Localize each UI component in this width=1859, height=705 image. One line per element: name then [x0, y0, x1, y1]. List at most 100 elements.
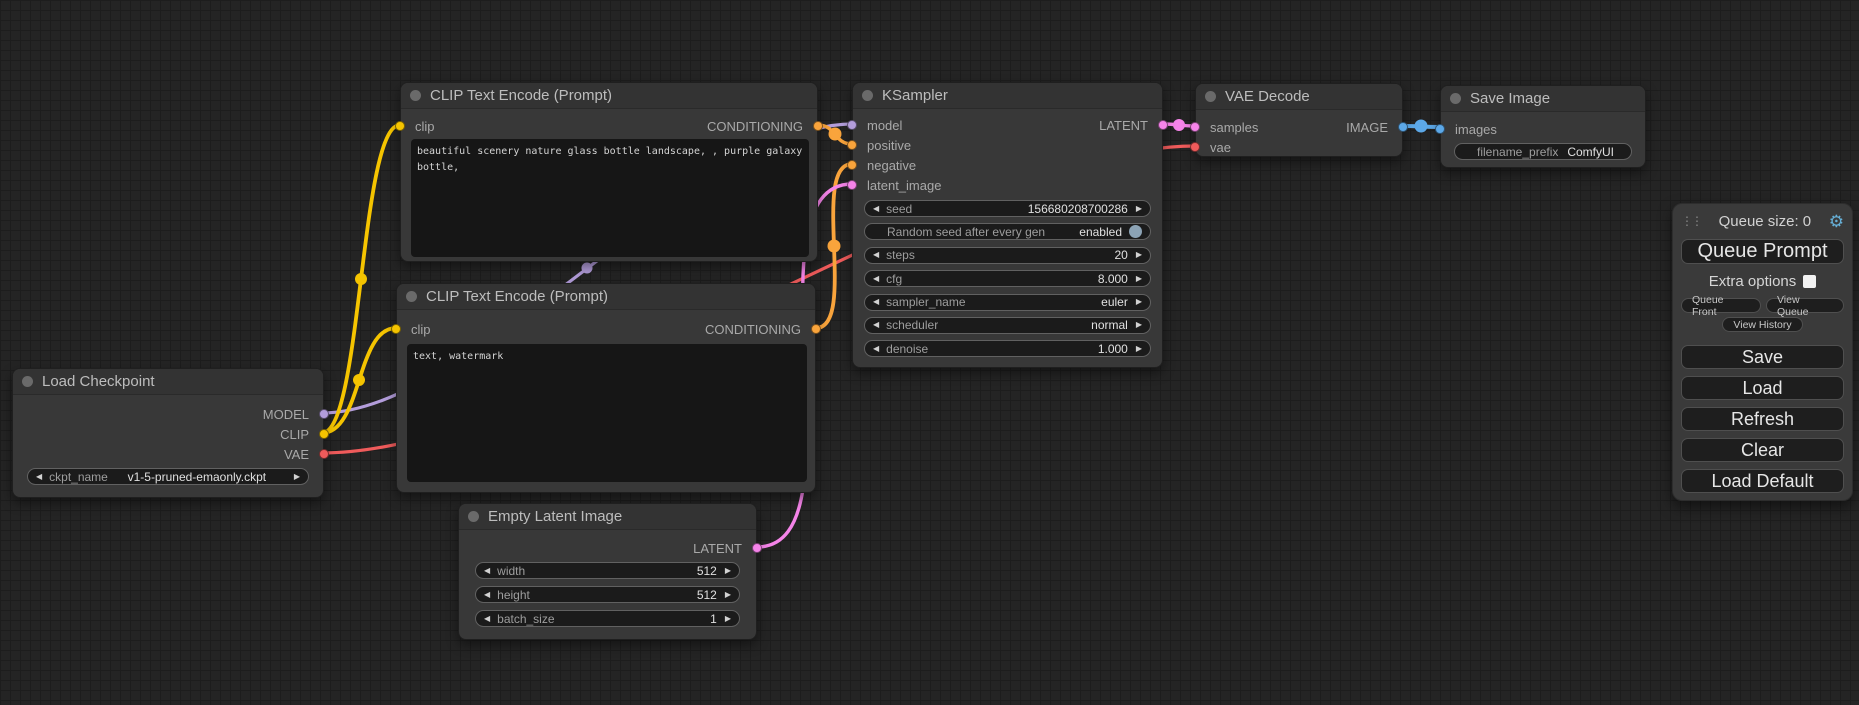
output-slot-clip[interactable]: [319, 429, 329, 439]
input-slot-latent-image[interactable]: [847, 180, 857, 190]
sampler-name-widget[interactable]: ◀ sampler_name euler ▶: [864, 294, 1151, 311]
input-slot-clip[interactable]: [391, 324, 401, 334]
node-title-bar[interactable]: CLIP Text Encode (Prompt): [397, 284, 815, 310]
output-row-vae: VAE: [13, 444, 323, 464]
filename-prefix-widget[interactable]: filename_prefix ComfyUI: [1454, 143, 1632, 160]
output-slot-latent[interactable]: [752, 543, 762, 553]
steps-widget[interactable]: ◀ steps 20 ▶: [864, 247, 1151, 264]
input-slot-samples[interactable]: [1190, 122, 1200, 132]
collapse-dot-icon[interactable]: [862, 90, 873, 101]
decrement-arrow-icon[interactable]: ◀: [484, 591, 490, 599]
widget-label: seed: [886, 202, 912, 216]
increment-arrow-icon[interactable]: ▶: [1136, 321, 1142, 329]
decrement-arrow-icon[interactable]: ◀: [36, 473, 42, 481]
queue-front-button[interactable]: Queue Front: [1681, 298, 1761, 313]
output-slot-conditioning[interactable]: [811, 324, 821, 334]
increment-arrow-icon[interactable]: ▶: [1136, 345, 1142, 353]
output-label: LATENT: [693, 541, 742, 556]
prompt-text-area[interactable]: beautiful scenery nature glass bottle la…: [411, 139, 809, 257]
increment-arrow-icon[interactable]: ▶: [725, 567, 731, 575]
input-slot-model[interactable]: [847, 120, 857, 130]
node-title-bar[interactable]: Save Image: [1441, 86, 1645, 112]
output-slot-latent[interactable]: [1158, 120, 1168, 130]
input-slot-positive[interactable]: [847, 140, 857, 150]
settings-gear-icon[interactable]: ⚙: [1829, 213, 1844, 230]
increment-arrow-icon[interactable]: ▶: [725, 591, 731, 599]
collapse-dot-icon[interactable]: [22, 376, 33, 387]
extra-options-checkbox[interactable]: [1803, 275, 1816, 288]
widget-label: sampler_name: [886, 295, 965, 309]
node-title-bar[interactable]: VAE Decode: [1196, 84, 1402, 110]
output-slot-image[interactable]: [1398, 122, 1408, 132]
scheduler-widget[interactable]: ◀ scheduler normal ▶: [864, 317, 1151, 334]
width-widget[interactable]: ◀ width 512 ▶: [475, 562, 740, 579]
node-vae-decode[interactable]: VAE Decode samples IMAGE vae: [1195, 83, 1403, 157]
toggle-knob-icon[interactable]: [1129, 225, 1142, 238]
seed-widget[interactable]: ◀ seed 156680208700286 ▶: [864, 200, 1151, 217]
decrement-arrow-icon[interactable]: ◀: [873, 275, 879, 283]
increment-arrow-icon[interactable]: ▶: [294, 473, 300, 481]
node-save-image[interactable]: Save Image images filename_prefix ComfyU…: [1440, 85, 1646, 168]
increment-arrow-icon[interactable]: ▶: [1136, 251, 1142, 259]
cfg-widget[interactable]: ◀ cfg 8.000 ▶: [864, 270, 1151, 287]
decrement-arrow-icon[interactable]: ◀: [873, 298, 879, 306]
link-midpoint-dot: [355, 273, 367, 285]
save-button[interactable]: Save: [1681, 345, 1844, 369]
output-slot-model[interactable]: [319, 409, 329, 419]
node-ksampler[interactable]: KSampler model LATENT positive negative …: [852, 82, 1163, 368]
prompt-text-area[interactable]: text, watermark: [407, 344, 807, 482]
input-slot-images[interactable]: [1435, 124, 1445, 134]
increment-arrow-icon[interactable]: ▶: [1136, 205, 1142, 213]
collapse-dot-icon[interactable]: [406, 291, 417, 302]
load-button[interactable]: Load: [1681, 376, 1844, 400]
ckpt-name-widget[interactable]: ◀ ckpt_name v1-5-pruned-emaonly.ckpt ▶: [27, 468, 309, 485]
input-slot-negative[interactable]: [847, 160, 857, 170]
decrement-arrow-icon[interactable]: ◀: [484, 615, 490, 623]
batch-size-widget[interactable]: ◀ batch_size 1 ▶: [475, 610, 740, 627]
drag-handle-icon[interactable]: ⋮⋮: [1681, 216, 1701, 226]
decrement-arrow-icon[interactable]: ◀: [873, 321, 879, 329]
node-clip-text-encode-positive[interactable]: CLIP Text Encode (Prompt) clip CONDITION…: [400, 82, 818, 262]
widget-value: 512: [697, 588, 717, 602]
collapse-dot-icon[interactable]: [410, 90, 421, 101]
decrement-arrow-icon[interactable]: ◀: [873, 345, 879, 353]
decrement-arrow-icon[interactable]: ◀: [484, 567, 490, 575]
widget-label: ckpt_name: [49, 470, 108, 484]
slot-row: images: [1441, 119, 1645, 139]
widget-label: filename_prefix: [1477, 145, 1558, 159]
extra-options-label: Extra options: [1709, 273, 1797, 290]
input-slot-vae[interactable]: [1190, 142, 1200, 152]
node-empty-latent-image[interactable]: Empty Latent Image LATENT ◀ width 512 ▶ …: [458, 503, 757, 640]
view-history-button[interactable]: View History: [1722, 317, 1802, 332]
node-title-bar[interactable]: CLIP Text Encode (Prompt): [401, 83, 817, 109]
denoise-widget[interactable]: ◀ denoise 1.000 ▶: [864, 340, 1151, 357]
refresh-button[interactable]: Refresh: [1681, 407, 1844, 431]
height-widget[interactable]: ◀ height 512 ▶: [475, 586, 740, 603]
node-title-bar[interactable]: Load Checkpoint: [13, 369, 323, 395]
random-seed-toggle-widget[interactable]: Random seed after every gen enabled: [864, 223, 1151, 240]
output-label: CONDITIONING: [707, 119, 803, 134]
node-load-checkpoint[interactable]: Load Checkpoint MODEL CLIP VAE ◀ ckpt_na…: [12, 368, 324, 498]
queue-size-label: Queue size: 0: [1701, 213, 1829, 230]
increment-arrow-icon[interactable]: ▶: [1136, 298, 1142, 306]
output-slot-conditioning[interactable]: [813, 121, 823, 131]
node-title-bar[interactable]: KSampler: [853, 83, 1162, 109]
queue-prompt-button[interactable]: Queue Prompt: [1681, 239, 1844, 264]
output-slot-vae[interactable]: [319, 449, 329, 459]
widget-value: ComfyUI: [1567, 145, 1614, 159]
collapse-dot-icon[interactable]: [468, 511, 479, 522]
decrement-arrow-icon[interactable]: ◀: [873, 251, 879, 259]
load-default-button[interactable]: Load Default: [1681, 469, 1844, 493]
collapse-dot-icon[interactable]: [1450, 93, 1461, 104]
decrement-arrow-icon[interactable]: ◀: [873, 205, 879, 213]
clear-button[interactable]: Clear: [1681, 438, 1844, 462]
node-graph-canvas[interactable]: Load Checkpoint MODEL CLIP VAE ◀ ckpt_na…: [0, 0, 1859, 705]
increment-arrow-icon[interactable]: ▶: [725, 615, 731, 623]
input-slot-clip[interactable]: [395, 121, 405, 131]
increment-arrow-icon[interactable]: ▶: [1136, 275, 1142, 283]
node-title-bar[interactable]: Empty Latent Image: [459, 504, 756, 530]
view-queue-button[interactable]: View Queue: [1766, 298, 1844, 313]
collapse-dot-icon[interactable]: [1205, 91, 1216, 102]
slot-row: vae: [1196, 137, 1402, 157]
node-clip-text-encode-negative[interactable]: CLIP Text Encode (Prompt) clip CONDITION…: [396, 283, 816, 493]
